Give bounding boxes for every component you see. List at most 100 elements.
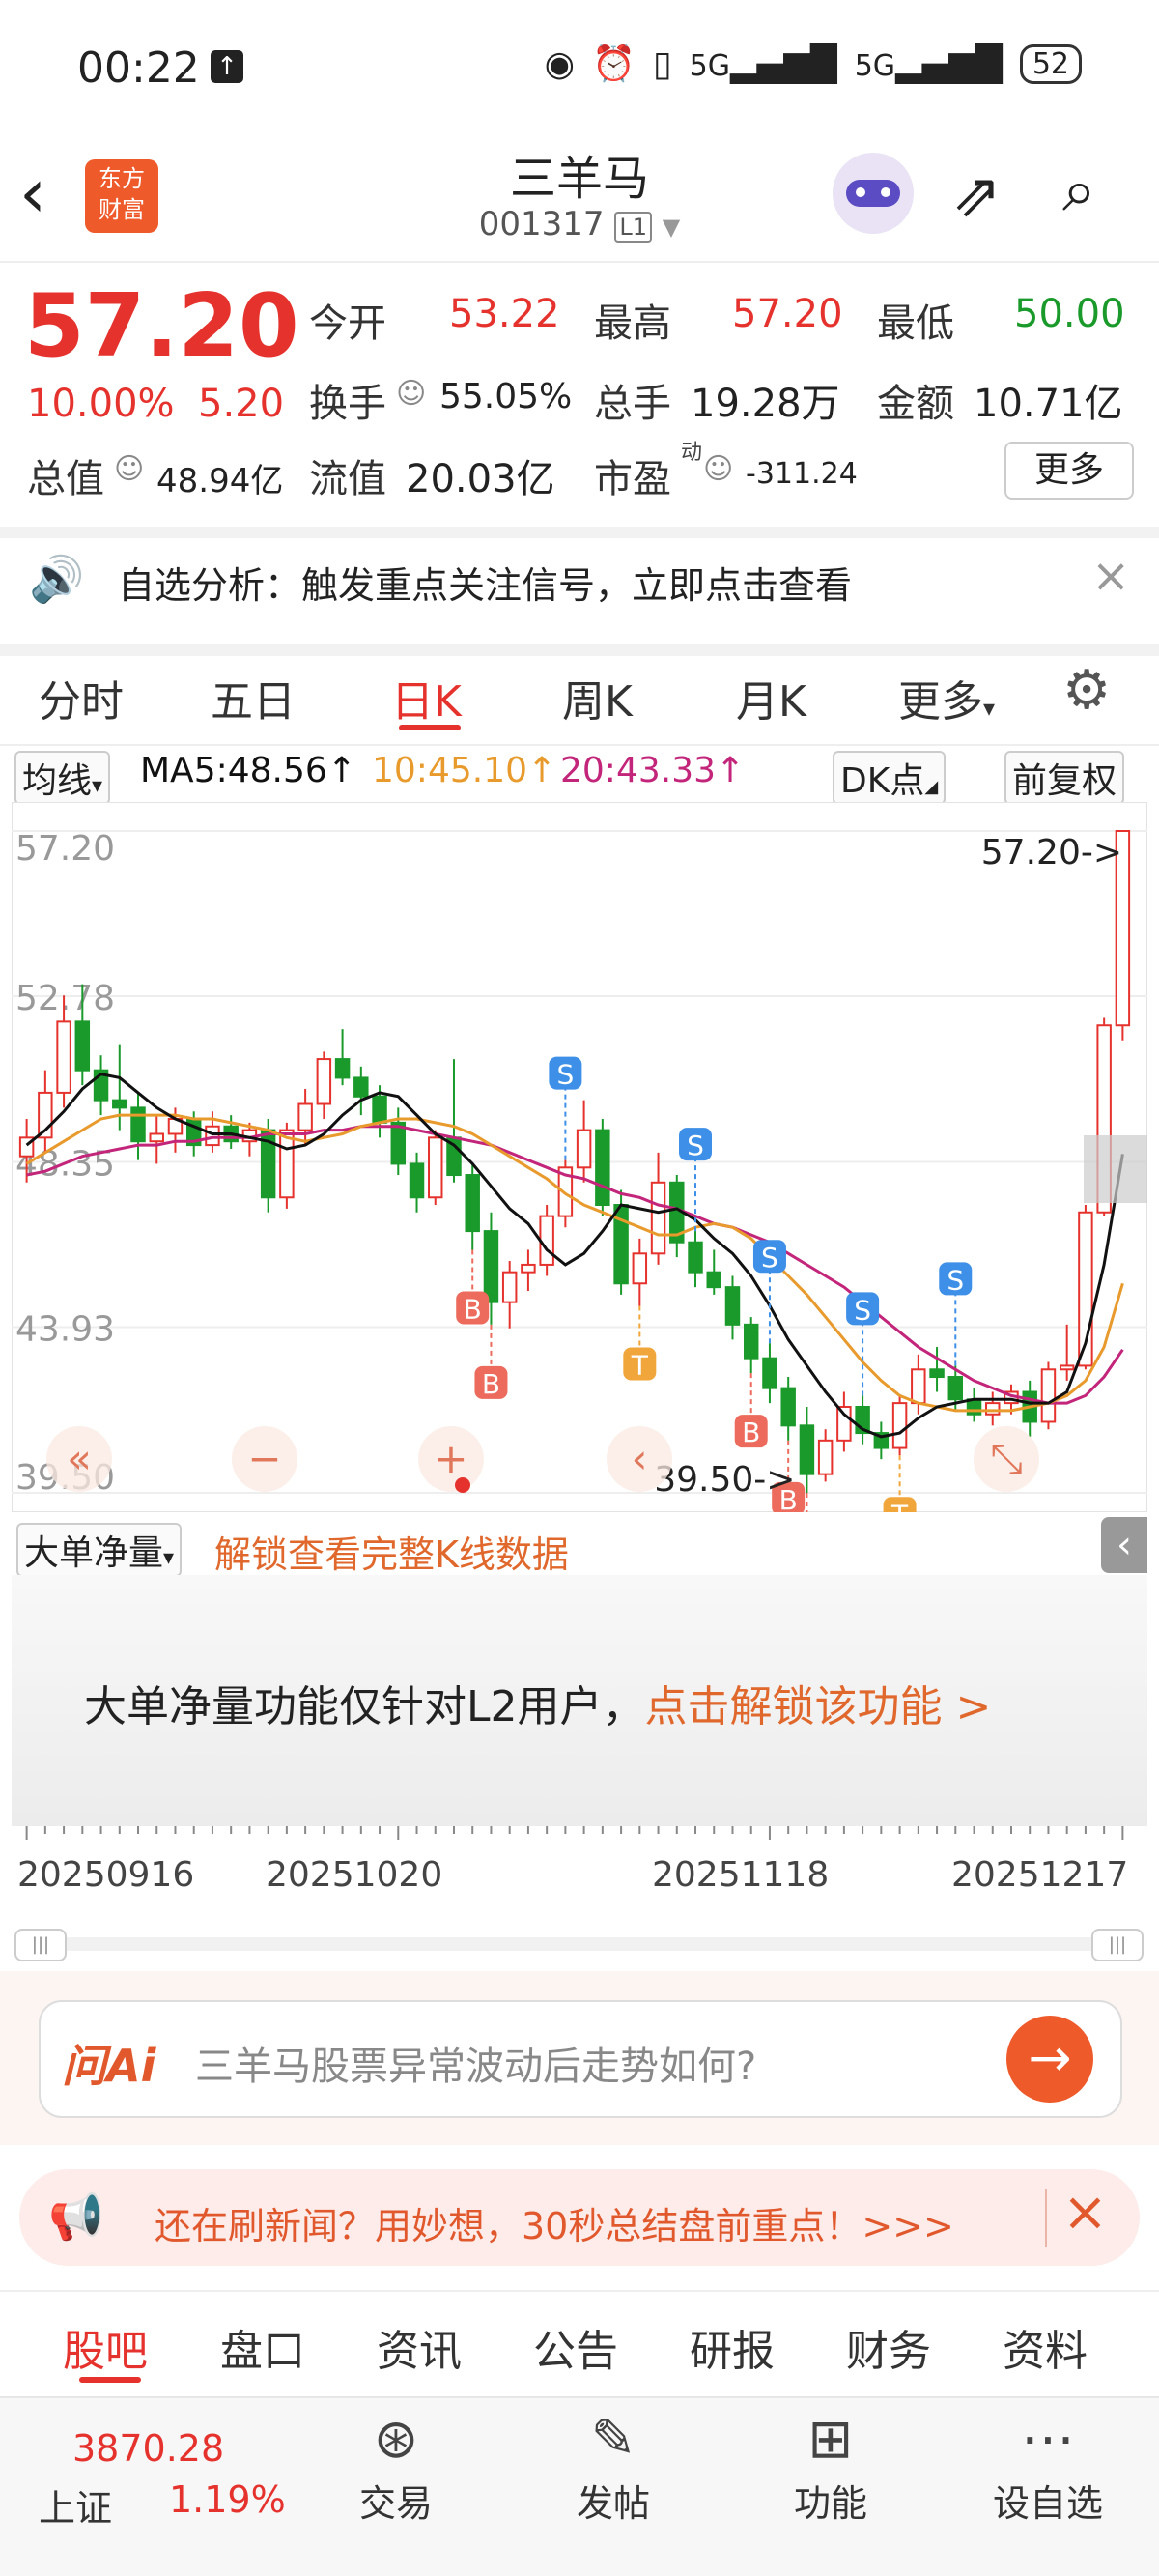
min-price-label: 39.50-> bbox=[654, 1460, 795, 1500]
x-label-2: 20251020 bbox=[266, 1855, 443, 1895]
y-tick-label: 52.78 bbox=[15, 979, 115, 1018]
unlock-feature-link[interactable]: 点击解锁该功能 > bbox=[645, 1682, 992, 1732]
close-icon[interactable]: × bbox=[1091, 549, 1130, 603]
banner-text[interactable]: 还在刷新闻？用妙想，30秒总结盘前重点！>>> bbox=[155, 2196, 954, 2249]
candle-body bbox=[74, 1020, 91, 1072]
signal-label: S bbox=[947, 1264, 964, 1296]
tab-intraday[interactable]: 分时 bbox=[39, 667, 124, 729]
ma20-value: 20:43.33↑ bbox=[560, 751, 746, 790]
stock-code: 001317 bbox=[478, 205, 605, 243]
tab-profile[interactable]: 资料 bbox=[1003, 2316, 1088, 2378]
x-label-3: 20251118 bbox=[652, 1855, 830, 1895]
mcap-label: 总值 bbox=[27, 457, 104, 501]
candle-body bbox=[891, 1402, 908, 1449]
zoom-out-icon: − bbox=[247, 1435, 281, 1482]
tab-finance[interactable]: 财务 bbox=[846, 2316, 931, 2378]
signal-label: S bbox=[556, 1059, 574, 1091]
candle-body bbox=[390, 1121, 407, 1165]
l2-lock-area[interactable]: 大单净量功能仅针对L2用户，点击解锁该功能 > bbox=[12, 1575, 1147, 1826]
range-handle-right[interactable]: ||| bbox=[1091, 1929, 1144, 1961]
dk-point-toggle[interactable]: DK点◢ bbox=[833, 751, 947, 805]
ai-robot-icon[interactable] bbox=[833, 153, 914, 234]
close-icon[interactable]: × bbox=[1062, 2181, 1108, 2244]
status-time: 00:22 bbox=[77, 43, 200, 93]
grid-icon: ⊞ bbox=[807, 2408, 854, 2471]
share-icon[interactable]: ⇗ bbox=[951, 159, 1002, 230]
index-name[interactable]: 上证 bbox=[39, 2478, 112, 2532]
info-icon[interactable]: ☺ bbox=[114, 452, 144, 486]
x-axis-ticks bbox=[25, 1826, 1124, 1840]
status-icons: ◉ ⏰ ▯ 5G▂▄▆█ 5G▂▄▆█ 52 bbox=[545, 43, 1082, 84]
back-button[interactable]: ‹ bbox=[19, 155, 77, 232]
ma10-value: 10:45.10↑ bbox=[372, 751, 557, 790]
status-bar: 00:22 ↑ ◉ ⏰ ▯ 5G▂▄▆█ 5G▂▄▆█ 52 bbox=[0, 0, 1159, 145]
candle-body bbox=[539, 1215, 554, 1266]
alarm-icon: ⏰ bbox=[591, 44, 636, 84]
add-watchlist-button[interactable]: ⋯ 设自选 bbox=[961, 2398, 1135, 2527]
candle-body bbox=[521, 1263, 536, 1274]
signal-label: B bbox=[742, 1417, 760, 1448]
unlock-link[interactable]: 解锁查看完整K线数据 bbox=[214, 1525, 569, 1578]
arrow-right-icon[interactable]: → bbox=[1006, 2016, 1093, 2103]
info-icon[interactable]: ☺ bbox=[703, 452, 733, 486]
candle-body bbox=[947, 1376, 964, 1401]
chevron-down-icon: ▼ bbox=[662, 214, 681, 241]
tab-more[interactable]: 更多▾ bbox=[898, 667, 995, 729]
x-label-1: 20250916 bbox=[17, 1855, 195, 1895]
tab-five-day[interactable]: 五日 bbox=[211, 667, 296, 729]
tab-announcements[interactable]: 公告 bbox=[533, 2316, 618, 2378]
tab-monthly-k[interactable]: 月K bbox=[736, 667, 806, 729]
change-amount: 5.20 bbox=[198, 382, 285, 426]
index-pct[interactable]: 1.19% bbox=[169, 2478, 286, 2521]
tab-daily-k[interactable]: 日K bbox=[391, 667, 462, 729]
trade-button[interactable]: ⊛ 交易 bbox=[309, 2398, 483, 2527]
gear-icon[interactable]: ⚙ bbox=[1062, 659, 1111, 722]
turnover-label: 换手 bbox=[309, 382, 386, 426]
tab-weekly-k[interactable]: 周K bbox=[562, 667, 633, 729]
candle-body bbox=[817, 1439, 834, 1475]
candle-body bbox=[650, 1181, 666, 1255]
tab-guba[interactable]: 股吧 bbox=[63, 2316, 148, 2378]
candle-body bbox=[428, 1136, 443, 1199]
vibrate-icon: ▯ bbox=[652, 43, 672, 84]
info-icon[interactable]: ☺ bbox=[396, 377, 426, 411]
bottom-bar: 3870.28 上证 1.19% ⊛ 交易 ✎ 发帖 ⊞ 功能 ⋯ 设自选 bbox=[0, 2396, 1159, 2576]
ai-question-input[interactable]: 三羊马股票异常波动后走势如何? bbox=[195, 2035, 756, 2091]
notice-text[interactable]: 自选分析：触发重点关注信号，立即点击查看 bbox=[118, 556, 852, 609]
open-value: 53.22 bbox=[449, 292, 560, 336]
stock-code-row[interactable]: 001317 L1 ▼ bbox=[386, 205, 773, 243]
candle-body bbox=[501, 1271, 518, 1303]
candle-body bbox=[799, 1424, 815, 1475]
ai-question-box[interactable]: 问Ai 三羊马股票异常波动后走势如何? → bbox=[39, 2000, 1122, 2118]
signal-icon-2: 5G▂▄▆█ bbox=[854, 43, 1003, 84]
ma-selector[interactable]: 均线▾ bbox=[14, 751, 111, 805]
signal-label: T bbox=[890, 1499, 909, 1512]
range-handle-left[interactable]: ||| bbox=[14, 1929, 67, 1961]
search-icon[interactable]: ⌕ bbox=[1062, 155, 1096, 226]
candle-body bbox=[334, 1058, 351, 1079]
volume-label: 总手 bbox=[594, 382, 671, 426]
fullscreen-icon: ⤡ bbox=[990, 1435, 1023, 1482]
post-button[interactable]: ✎ 发帖 bbox=[526, 2398, 700, 2527]
pe-label: 市盈 bbox=[594, 457, 671, 501]
max-price-label: 57.20-> bbox=[981, 833, 1122, 873]
lock-message: 大单净量功能仅针对L2用户， bbox=[84, 1682, 645, 1732]
chart-tabs: 分时 五日 日K 周K 月K 更多▾ ⚙ bbox=[0, 638, 1159, 746]
tab-pankou[interactable]: 盘口 bbox=[220, 2316, 305, 2378]
tab-news[interactable]: 资讯 bbox=[377, 2316, 462, 2378]
more-button[interactable]: 更多 bbox=[1004, 442, 1134, 500]
volume-value: 19.28万 bbox=[691, 382, 840, 426]
collapse-panel-icon[interactable]: ‹ bbox=[1101, 1517, 1147, 1573]
range-scrollbar[interactable] bbox=[14, 1937, 1140, 1951]
candle-body bbox=[576, 1129, 592, 1169]
function-button[interactable]: ⊞ 功能 bbox=[744, 2398, 918, 2527]
ma-row: 均线▾ MA5:48.56↑ 10:45.10↑ 20:43.33↑ DK点◢ … bbox=[0, 749, 1159, 805]
volume-selector[interactable]: 大单净量▾ bbox=[16, 1523, 183, 1577]
promo-banner[interactable]: 📢 还在刷新闻？用妙想，30秒总结盘前重点！>>> × bbox=[19, 2169, 1140, 2266]
index-value[interactable]: 3870.28 bbox=[72, 2427, 224, 2470]
change-percent: 10.00% bbox=[27, 382, 175, 426]
signal-label: B bbox=[482, 1368, 500, 1400]
tab-research[interactable]: 研报 bbox=[690, 2316, 775, 2378]
candlestick-chart[interactable]: 57.2052.7848.3543.9339.50BBSTSSBBBSTS57.… bbox=[12, 802, 1147, 1512]
adjust-toggle[interactable]: 前复权 bbox=[1004, 751, 1125, 805]
